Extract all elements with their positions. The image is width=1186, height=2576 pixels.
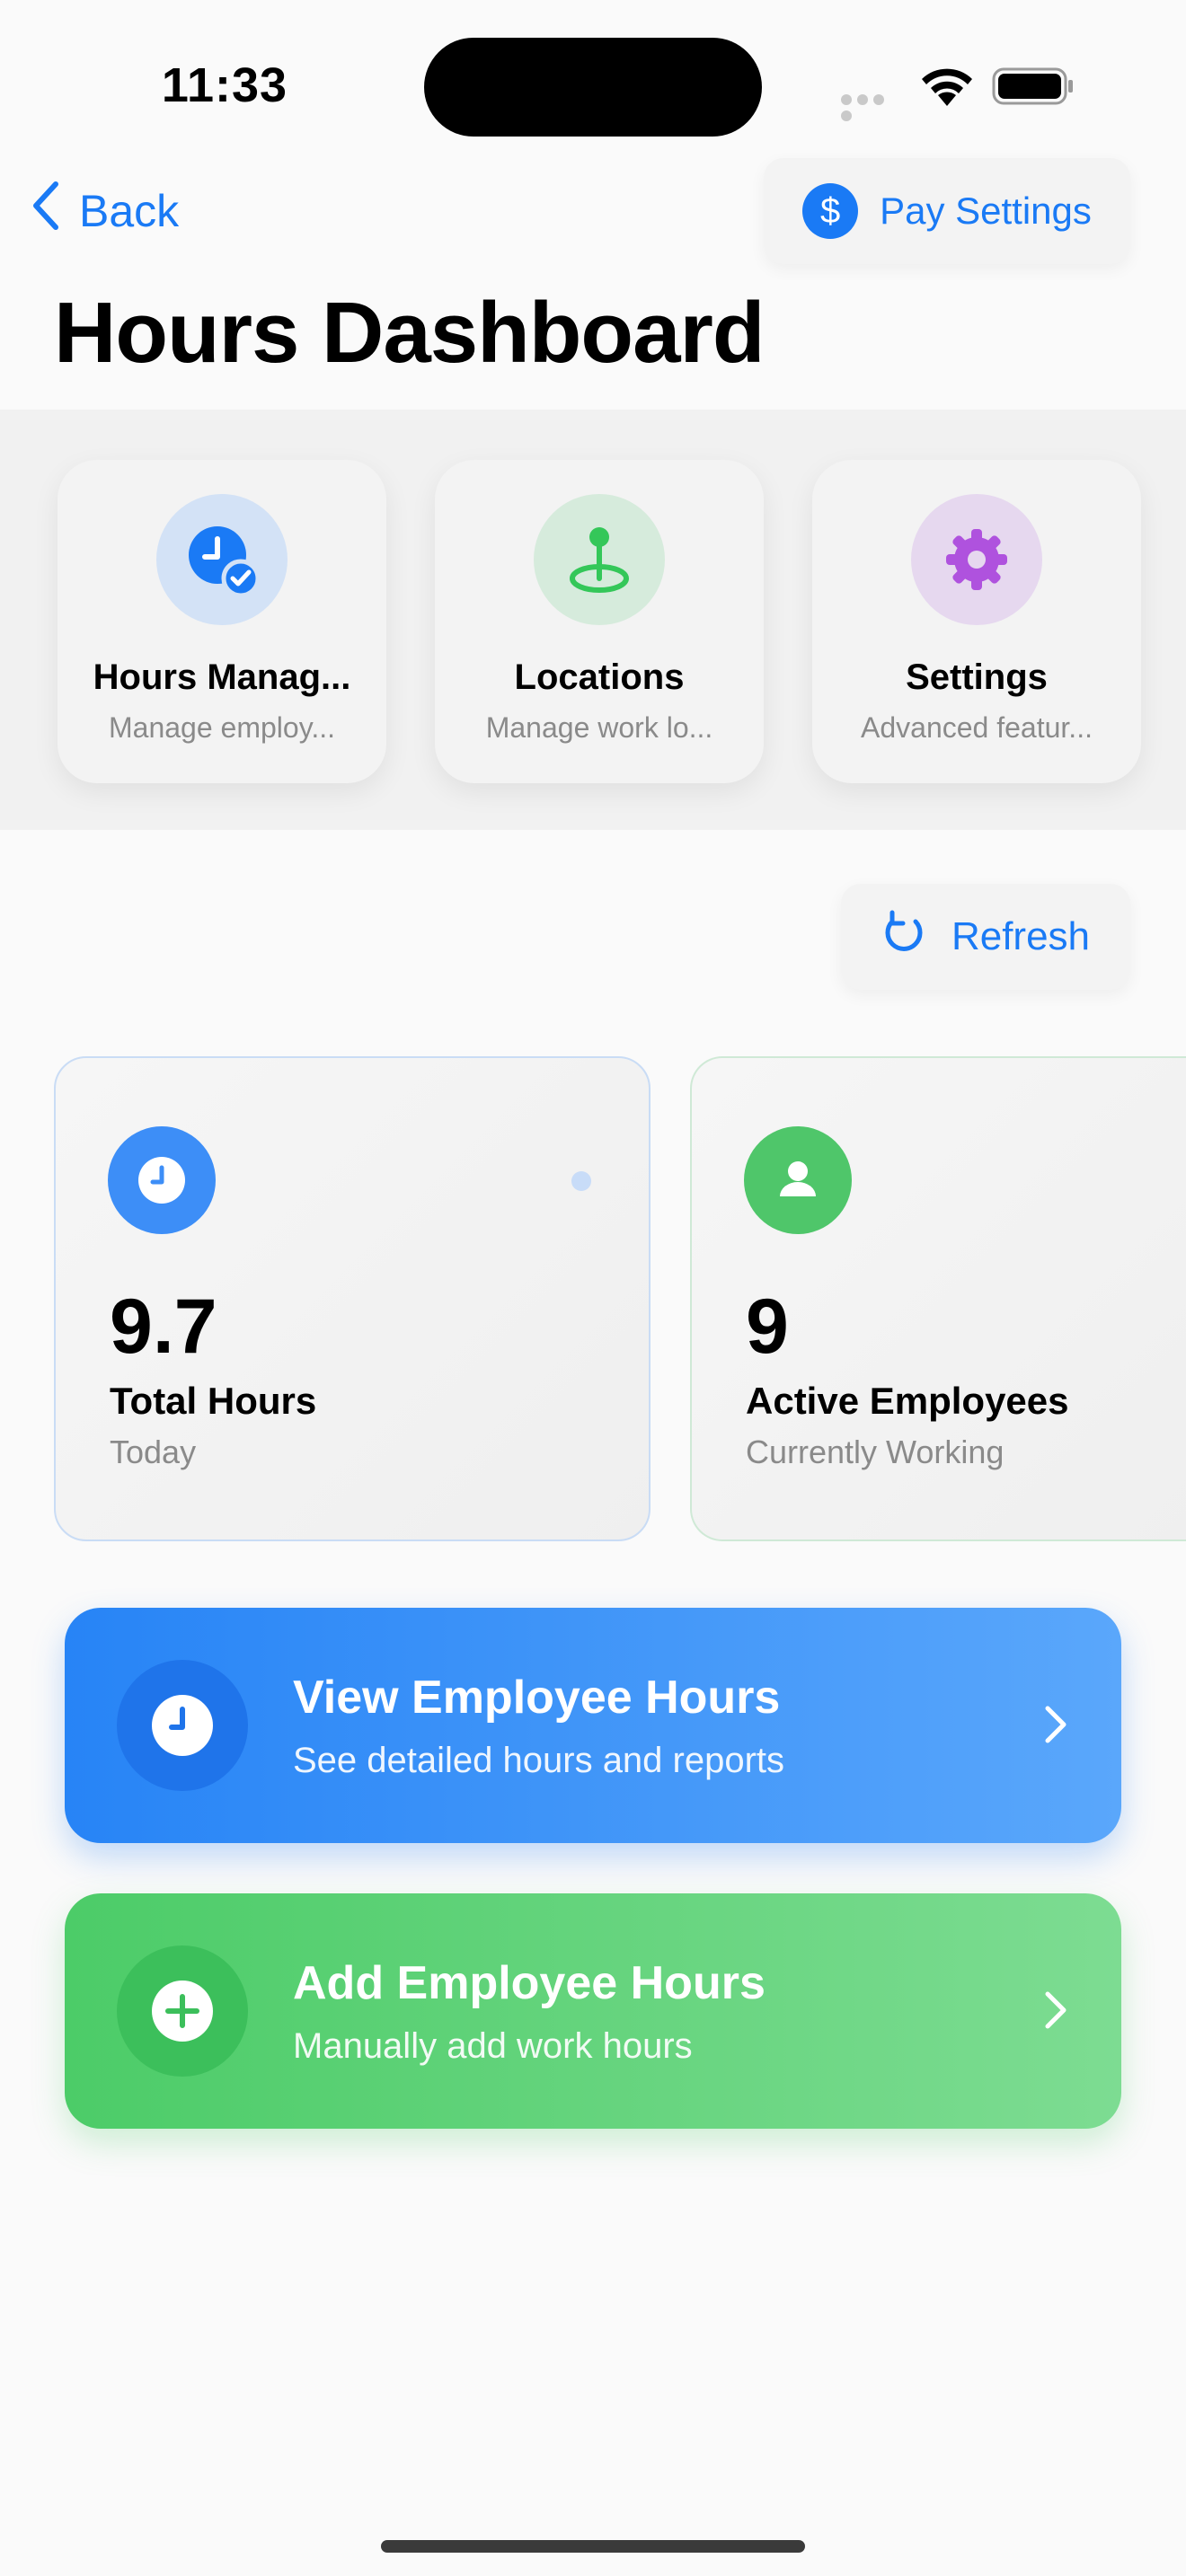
quick-card-subtitle: Advanced featur...: [861, 711, 1093, 744]
gear-icon: [911, 494, 1042, 625]
cellular-signal-icon: [841, 93, 904, 121]
quick-card-subtitle: Manage employ...: [109, 711, 335, 744]
refresh-button[interactable]: Refresh: [841, 884, 1130, 990]
stat-label: Active Employees: [746, 1380, 1069, 1422]
dollar-icon: $: [802, 183, 859, 239]
home-indicator: [381, 2540, 805, 2553]
dynamic-island: [424, 38, 762, 137]
chevron-left-icon: [32, 181, 79, 242]
page-title: Hours Dashboard: [54, 285, 765, 381]
active-employees-card: 9 Active Employees Currently Working: [690, 1056, 1186, 1541]
stat-label: Total Hours: [110, 1380, 317, 1422]
plus-icon: [117, 1945, 248, 2077]
pay-settings-button[interactable]: $ Pay Settings: [764, 158, 1130, 264]
quick-card-title: Settings: [906, 657, 1048, 697]
add-employee-hours-button[interactable]: Add Employee Hours Manually add work hou…: [65, 1893, 1121, 2129]
action-subtitle: Manually add work hours: [293, 2025, 693, 2066]
action-subtitle: See detailed hours and reports: [293, 1740, 785, 1780]
settings-card[interactable]: Settings Advanced featur...: [812, 460, 1141, 783]
back-button[interactable]: Back: [32, 175, 179, 247]
status-time: 11:33: [161, 58, 288, 112]
quick-card-title: Locations: [514, 657, 685, 697]
total-hours-card: 9.7 Total Hours Today: [54, 1056, 651, 1541]
quick-card-subtitle: Manage work lo...: [485, 711, 713, 744]
clock-check-icon: [156, 494, 288, 625]
status-dot: [571, 1171, 591, 1191]
location-pin-icon: [534, 494, 665, 625]
locations-card[interactable]: Locations Manage work lo...: [435, 460, 764, 783]
action-title: View Employee Hours: [293, 1671, 781, 1724]
refresh-label: Refresh: [951, 914, 1091, 958]
stat-value: 9.7: [110, 1284, 217, 1370]
chevron-right-icon: [1042, 1983, 1069, 2042]
quick-card-title: Hours Manag...: [93, 657, 351, 697]
chevron-right-icon: [1042, 1698, 1069, 1756]
view-employee-hours-button[interactable]: View Employee Hours See detailed hours a…: [65, 1608, 1121, 1843]
pay-settings-label: Pay Settings: [880, 190, 1092, 232]
stat-value: 9: [746, 1284, 789, 1370]
battery-icon: [992, 66, 1075, 106]
refresh-icon: [881, 909, 951, 966]
clock-icon: [117, 1660, 248, 1791]
stat-subtitle: Currently Working: [746, 1434, 1005, 1470]
wifi-icon: [918, 65, 976, 108]
hours-management-card[interactable]: Hours Manag... Manage employ...: [58, 460, 386, 783]
person-icon: [744, 1126, 852, 1234]
stat-subtitle: Today: [110, 1434, 197, 1470]
action-title: Add Employee Hours: [293, 1956, 766, 2009]
back-label: Back: [79, 186, 180, 236]
clock-icon: [108, 1126, 216, 1234]
